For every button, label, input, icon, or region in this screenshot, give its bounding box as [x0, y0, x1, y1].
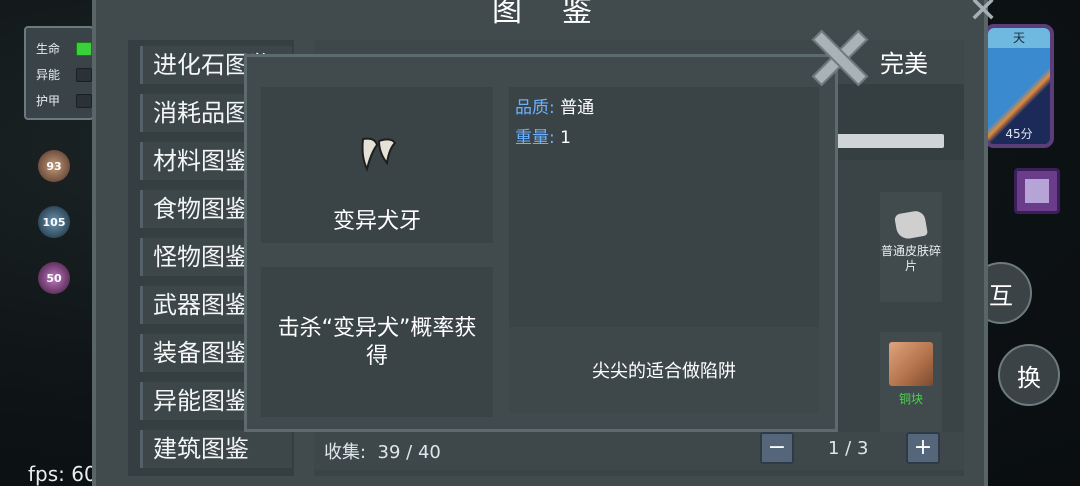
energy-toggle[interactable]	[76, 68, 92, 82]
page-prev-button[interactable]: −	[760, 432, 794, 464]
page-next-button[interactable]: +	[906, 432, 940, 464]
buff-icon-heart: 50	[38, 262, 70, 294]
copper-block-icon	[889, 342, 933, 386]
weight-label: 重量:	[515, 128, 555, 148]
page-indicator: 1 / 3	[828, 438, 869, 459]
item-description: 尖尖的适合做陷阱	[592, 361, 736, 382]
collect-label: 收集:	[324, 442, 367, 463]
item-detail-popup: 变异犬牙 击杀“变异犬”概率获得 品质: 普通 重量: 1 尖尖的适合做陷阱	[244, 54, 838, 432]
hp-toggle[interactable]	[76, 42, 92, 56]
item-source: 击杀“变异犬”概率获得	[277, 316, 477, 369]
collect-value: 39 / 40	[377, 442, 441, 463]
stat-row-hp[interactable]: 生命	[36, 40, 92, 57]
category-building[interactable]: 建筑图鉴	[140, 430, 292, 468]
codex-title: 图鉴	[492, 0, 632, 29]
item-info-box: 品质: 普通 重量: 1	[509, 87, 819, 327]
swap-button[interactable]: 换	[998, 344, 1060, 406]
day-night-clock: 天 45分	[984, 24, 1054, 148]
item-icon-box: 变异犬牙	[261, 87, 493, 243]
item-description-box: 尖尖的适合做陷阱	[509, 327, 819, 413]
fps-counter: fps: 60	[28, 462, 97, 486]
item-cell-copper[interactable]: 铜块	[880, 332, 942, 442]
stat-label: 护甲	[36, 94, 61, 108]
collection-progress-bar	[834, 134, 944, 148]
stat-row-energy[interactable]: 异能	[36, 66, 92, 83]
stat-label: 生命	[36, 42, 61, 56]
buff-icon-hp: 93	[38, 150, 70, 182]
item-cell-skin-fragment[interactable]: 普通皮肤碎片	[880, 192, 942, 302]
codex-footer: 收集: 39 / 40 − 1 / 3 +	[314, 432, 964, 470]
fang-icon	[361, 137, 397, 172]
stat-row-armor[interactable]: 护甲	[36, 92, 92, 109]
clock-time: 45分	[1005, 127, 1033, 141]
quality-label: 品质:	[515, 98, 555, 118]
weight-row: 重量: 1	[515, 123, 571, 148]
collect-count: 收集: 39 / 40	[324, 438, 441, 464]
quality-row: 品质: 普通	[515, 93, 594, 118]
codex-close-icon[interactable]: ✕	[968, 0, 998, 31]
weight-value: 1	[560, 128, 571, 148]
stat-toggle-panel: 生命 异能 护甲	[24, 26, 94, 120]
stat-label: 异能	[36, 68, 61, 82]
armor-toggle[interactable]	[76, 94, 92, 108]
buff-icon-armor: 105	[38, 206, 70, 238]
skin-fragment-icon	[893, 209, 929, 241]
item-cell-label: 普通皮肤碎片	[880, 244, 941, 273]
scroll-icon[interactable]	[1014, 168, 1060, 214]
item-source-box: 击杀“变异犬”概率获得	[261, 267, 493, 417]
item-name: 变异犬牙	[332, 209, 421, 234]
close-icon[interactable]	[811, 29, 865, 83]
item-cell-label: 铜块	[898, 392, 923, 406]
day-label: 天	[988, 28, 1050, 48]
quality-value: 普通	[560, 98, 595, 118]
